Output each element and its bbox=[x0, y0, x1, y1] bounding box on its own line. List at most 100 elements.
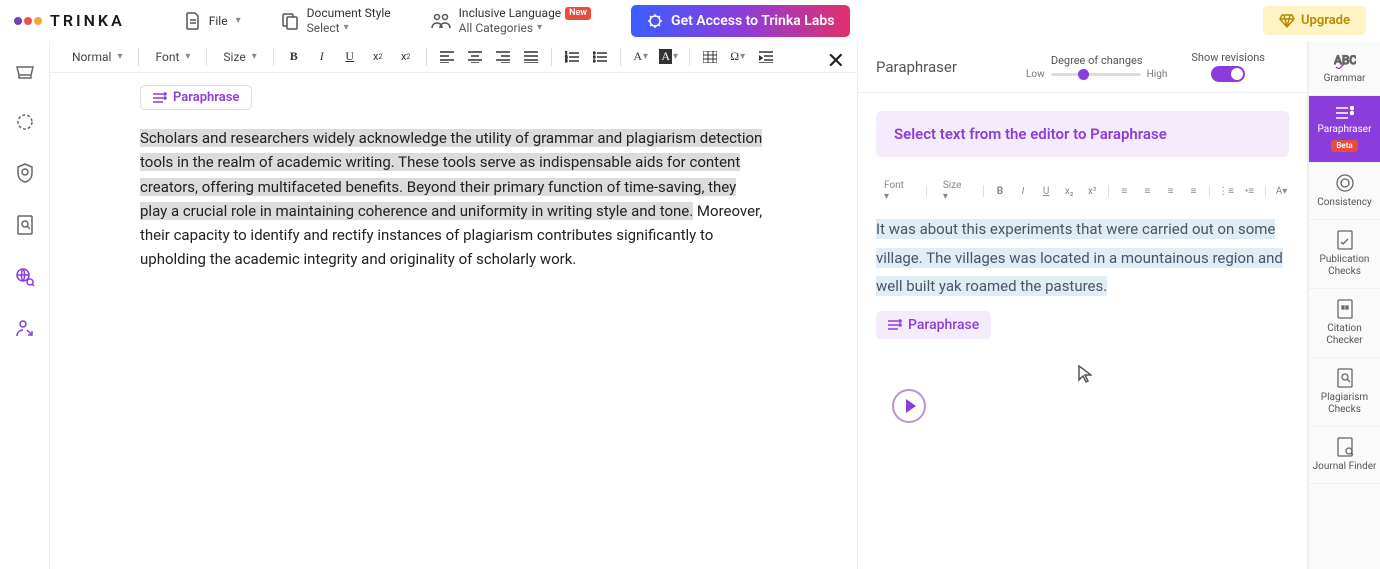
mini-sup[interactable]: x² bbox=[1085, 183, 1100, 199]
underline-button[interactable]: U bbox=[338, 45, 362, 69]
slider-high: High bbox=[1147, 69, 1168, 80]
consistency-icon bbox=[1335, 173, 1355, 193]
align-left-button[interactable] bbox=[435, 45, 459, 69]
omega-button[interactable]: Ω▾ bbox=[726, 45, 750, 69]
mini-size-select[interactable]: Size ▾ bbox=[935, 179, 976, 203]
bold-button[interactable]: B bbox=[282, 45, 306, 69]
tool-plagiarism[interactable]: Plagiarism Checks bbox=[1309, 358, 1380, 427]
play-button[interactable] bbox=[892, 389, 926, 423]
mini-ol[interactable]: ⋮≡ bbox=[1218, 183, 1234, 199]
inclusive-label: Inclusive Language bbox=[459, 6, 562, 20]
mini-font-select[interactable]: Font ▾ bbox=[876, 179, 918, 203]
paraphrase-inline-button[interactable]: Paraphrase bbox=[876, 311, 991, 339]
tool-grammar[interactable]: ABC Grammar bbox=[1309, 41, 1380, 96]
user-arrow-icon[interactable] bbox=[16, 319, 34, 337]
tool-paraphraser[interactable]: Paraphraser Beta bbox=[1309, 96, 1380, 163]
journal-icon bbox=[1336, 437, 1354, 457]
file-menu[interactable]: File ▾ bbox=[185, 12, 241, 30]
refresh-icon[interactable] bbox=[16, 113, 34, 131]
document-text[interactable]: Scholars and researchers widely acknowle… bbox=[140, 127, 767, 273]
align-justify-button[interactable] bbox=[519, 45, 543, 69]
indent-button[interactable] bbox=[754, 45, 778, 69]
paraphraser-header: Paraphraser Degree of changes Low High S… bbox=[858, 41, 1307, 93]
highlight-button[interactable]: A▾ bbox=[657, 45, 681, 69]
highlighted-text[interactable]: Scholars and researchers widely acknowle… bbox=[140, 129, 762, 220]
beta-badge: Beta bbox=[1331, 140, 1357, 152]
paraphrase-tag-button[interactable]: Paraphrase bbox=[140, 85, 252, 110]
document-style-menu[interactable]: Document Style Select ▾ bbox=[281, 6, 391, 35]
text-color-button[interactable]: A▾ bbox=[629, 45, 653, 69]
right-sidebar: ABC Grammar Paraphraser Beta Consistency… bbox=[1308, 41, 1380, 569]
mini-align-l[interactable]: ≡ bbox=[1117, 183, 1132, 199]
mini-align-j[interactable]: ≡ bbox=[1186, 183, 1201, 199]
tool-citation-label: Citation Checker bbox=[1311, 323, 1378, 347]
file-label: File bbox=[209, 14, 228, 28]
new-badge: New bbox=[565, 7, 591, 20]
tool-journal[interactable]: Journal Finder bbox=[1309, 427, 1380, 484]
size-select[interactable]: Size▾ bbox=[215, 48, 264, 66]
mini-color[interactable]: A▾ bbox=[1274, 183, 1289, 199]
play-icon bbox=[906, 399, 916, 413]
search-doc-icon[interactable] bbox=[16, 215, 34, 235]
badge-icon[interactable] bbox=[16, 163, 34, 183]
mini-sub[interactable]: x₂ bbox=[1062, 183, 1077, 199]
paraphraser-prompt: Select text from the editor to Paraphras… bbox=[876, 111, 1289, 157]
font-select[interactable]: Font▾ bbox=[147, 48, 198, 66]
logo-text: TRINKA bbox=[50, 11, 125, 30]
editor-toolbar: Normal▾ Font▾ Size▾ B I U x2 x2 123 A▾ A… bbox=[50, 41, 857, 73]
tool-consistency[interactable]: Consistency bbox=[1309, 163, 1380, 220]
chevron-down-icon: ▾ bbox=[236, 15, 241, 26]
upgrade-label: Upgrade bbox=[1301, 13, 1350, 28]
sample-text[interactable]: It was about this experiments that were … bbox=[876, 215, 1289, 301]
degree-label: Degree of changes bbox=[1051, 54, 1143, 67]
mini-bold[interactable]: B bbox=[992, 183, 1007, 199]
degree-slider[interactable] bbox=[1051, 73, 1141, 76]
align-right-button[interactable] bbox=[491, 45, 515, 69]
mini-align-c[interactable]: ≡ bbox=[1140, 183, 1155, 199]
diamond-icon bbox=[1279, 14, 1295, 28]
mini-ul[interactable]: •≡ bbox=[1242, 183, 1257, 199]
para-style-select[interactable]: Normal▾ bbox=[64, 48, 130, 66]
paraphraser-body: Select text from the editor to Paraphras… bbox=[858, 93, 1307, 441]
globe-search-icon[interactable] bbox=[15, 267, 35, 287]
upgrade-button[interactable]: Upgrade bbox=[1263, 6, 1366, 35]
ordered-list-button[interactable]: 123 bbox=[560, 45, 584, 69]
logo[interactable]: TRINKA bbox=[14, 11, 125, 30]
revisions-label: Show revisions bbox=[1191, 51, 1265, 64]
subscript-button[interactable]: x2 bbox=[366, 45, 390, 69]
inclusive-value: All Categories bbox=[459, 21, 533, 35]
editor-content[interactable]: Paraphrase Scholars and researchers wide… bbox=[50, 73, 857, 291]
superscript-button[interactable]: x2 bbox=[394, 45, 418, 69]
svg-text:3: 3 bbox=[565, 58, 567, 63]
sparkle-icon bbox=[647, 13, 663, 29]
tool-consistency-label: Consistency bbox=[1317, 197, 1372, 209]
left-sidebar bbox=[0, 41, 50, 569]
mini-align-r[interactable]: ≡ bbox=[1163, 183, 1178, 199]
bullet-list-button[interactable] bbox=[588, 45, 612, 69]
citation-icon bbox=[1336, 299, 1354, 319]
slider-low: Low bbox=[1026, 69, 1045, 80]
tool-plagiarism-label: Plagiarism Checks bbox=[1311, 392, 1378, 416]
chevron-down-icon: ▾ bbox=[344, 22, 349, 34]
tool-publication[interactable]: Publication Checks bbox=[1309, 220, 1380, 289]
inclusive-language-menu[interactable]: Inclusive Language New All Categories ▾ bbox=[431, 6, 591, 35]
tool-journal-label: Journal Finder bbox=[1313, 461, 1377, 473]
italic-button[interactable]: I bbox=[310, 45, 334, 69]
table-button[interactable] bbox=[698, 45, 722, 69]
close-panel-button[interactable]: ✕ bbox=[827, 49, 845, 74]
revisions-toggle[interactable] bbox=[1211, 66, 1245, 82]
align-center-button[interactable] bbox=[463, 45, 487, 69]
topbar: TRINKA File ▾ Document Style Select ▾ In… bbox=[0, 0, 1380, 41]
doc-style-label: Document Style bbox=[307, 6, 391, 20]
tool-citation[interactable]: Citation Checker bbox=[1309, 289, 1380, 358]
tool-publication-label: Publication Checks bbox=[1311, 254, 1378, 278]
labs-button-label: Get Access to Trinka Labs bbox=[671, 13, 834, 29]
mini-underline[interactable]: U bbox=[1039, 183, 1054, 199]
plagiarism-icon bbox=[1336, 368, 1354, 388]
mini-toolbar: Font ▾ Size ▾ B I U x₂ x² ≡ ≡ ≡ ≡ ⋮≡ •≡ … bbox=[876, 175, 1289, 215]
file-icon bbox=[185, 12, 201, 30]
inbox-icon[interactable] bbox=[15, 65, 35, 81]
revisions-control: Show revisions bbox=[1191, 51, 1265, 82]
trinka-labs-button[interactable]: Get Access to Trinka Labs bbox=[631, 5, 850, 37]
mini-italic[interactable]: I bbox=[1015, 183, 1030, 199]
